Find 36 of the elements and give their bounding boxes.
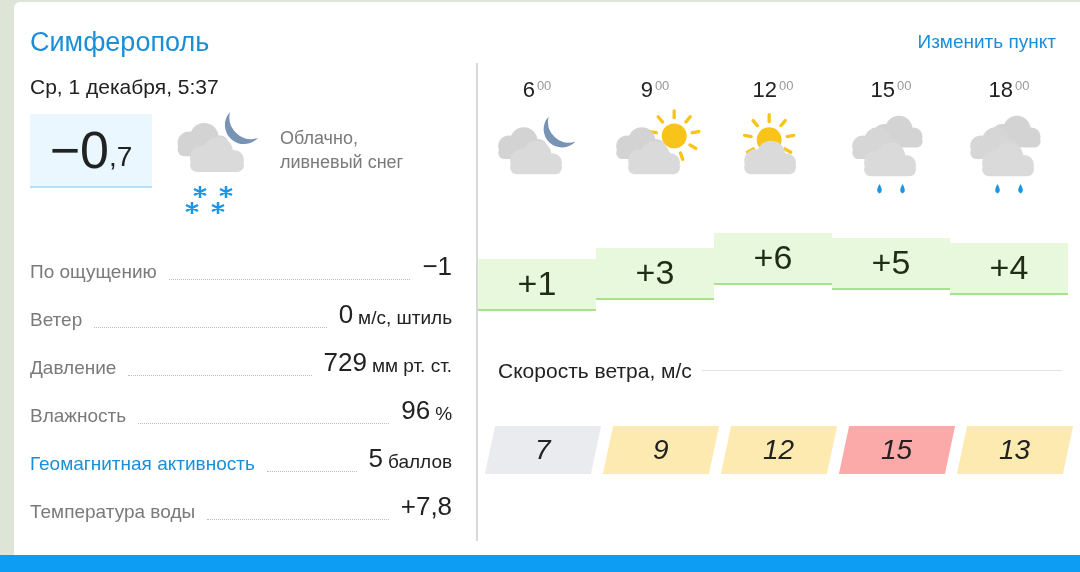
hour-temperature: +1 [517, 263, 557, 304]
hour-temperature: +6 [753, 237, 793, 278]
detail-value: 729 [323, 346, 367, 379]
wind-speed-title: Скорость ветра, м/с [498, 357, 692, 384]
hour-temperature: +4 [989, 247, 1029, 288]
detail-unit: % [435, 401, 453, 426]
wind-speed-badge: 9 [602, 426, 720, 474]
condition-text: Облачно, ливневый снег [280, 127, 404, 174]
hour-label: 9$^{00}$ [640, 75, 670, 104]
wind-speed-badge: 12 [720, 426, 838, 474]
detail-link[interactable]: Геомагнитная активность [30, 449, 255, 478]
detail-unit: м/с, штиль [358, 305, 453, 330]
detail-value: −1 [422, 250, 453, 283]
detail-value: 96 [401, 394, 431, 427]
detail-value: 0 [338, 298, 354, 331]
detail-value: +7,8 [400, 490, 453, 523]
change-location-link[interactable]: Изменить пункт [917, 28, 1056, 57]
wind-speed-badge: 13 [956, 426, 1074, 474]
detail-label: Ветер [30, 307, 83, 332]
detail-label: По ощущению [30, 259, 157, 284]
detail-label: Температура воды [30, 499, 196, 524]
hour-label: 6$^{00}$ [522, 75, 552, 104]
hour-label: 12$^{00}$ [752, 75, 794, 104]
hour-temperature: +5 [871, 242, 911, 283]
detail-label: Влажность [30, 403, 127, 428]
wind-speed-badge: 15 [838, 426, 956, 474]
detail-unit: баллов [388, 449, 453, 474]
city-title: Симферополь [30, 26, 210, 59]
date-time: Ср, 1 декабря, 5:37 [30, 73, 220, 100]
hour-label: 15$^{00}$ [870, 75, 912, 104]
detail-unit: мм рт. ст. [371, 353, 453, 378]
hour-label: 18$^{00}$ [988, 75, 1030, 104]
detail-value: 5 [368, 442, 383, 475]
hour-temperature: +3 [635, 252, 675, 293]
wind-speed-badge: 7 [484, 426, 602, 474]
detail-label: Давление [30, 355, 117, 380]
